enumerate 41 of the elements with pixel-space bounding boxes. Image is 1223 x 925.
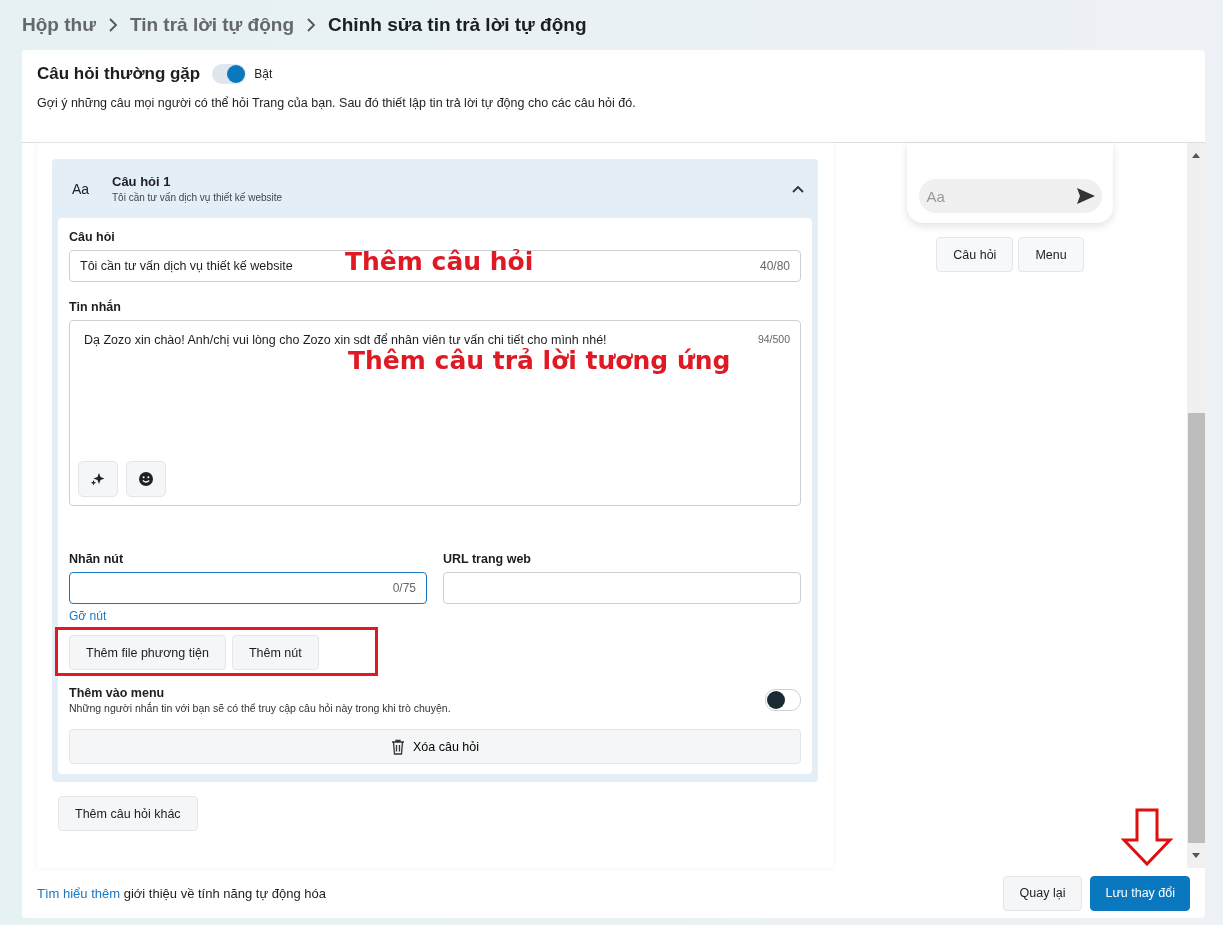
field-label: Nhãn nút: [69, 552, 124, 566]
sparkle-icon[interactable]: [78, 461, 118, 497]
scrollbar[interactable]: [1187, 143, 1205, 868]
emoji-icon[interactable]: [126, 461, 166, 497]
send-icon[interactable]: [1075, 187, 1096, 205]
chevron-right-icon: [107, 18, 118, 32]
learn-more-link[interactable]: Tìm hiểu thêm: [37, 885, 121, 901]
page-title: Chỉnh sửa tin trả lời tự động: [328, 14, 587, 36]
footer-text: Tìm hiểu thêm giới thiệu về tính năng tự động hóa: [37, 885, 326, 901]
breadcrumb-link[interactable]: Hộp thư: [22, 14, 96, 36]
toggle-switch[interactable]: [212, 64, 247, 84]
save-button[interactable]: Lưu thay đổi: [1090, 875, 1190, 911]
annotation-text: Thêm câu hỏi: [345, 247, 534, 276]
field-label: Câu hỏi: [69, 230, 116, 244]
question-title: Câu hỏi 1: [112, 174, 172, 189]
menu-description: Những người nhắn tin với bạn sẽ có thể truy cập câu hỏi này trong khi trò chuyện.: [69, 702, 451, 714]
annotation-text: Thêm câu trả lời tương ứng: [348, 346, 731, 375]
down-arrow-icon: [1121, 808, 1173, 866]
field-label: Tin nhắn: [69, 300, 122, 314]
button-label-field[interactable]: 0/75: [69, 572, 427, 604]
action-button[interactable]: Thêm nút: [231, 635, 319, 670]
menu-title: Thêm vào menu: [69, 686, 166, 700]
question-subtitle: Tôi cần tư vấn dịch vụ thiết kế website: [112, 192, 284, 203]
preview-chip[interactable]: Menu: [1018, 237, 1084, 272]
url-field[interactable]: [443, 572, 801, 604]
text-icon: Aa: [72, 180, 112, 197]
field-label: URL trang web: [443, 552, 531, 566]
breadcrumb-link[interactable]: Tin trả lời tự động: [129, 14, 295, 36]
toggle-switch[interactable]: [765, 689, 801, 711]
chevron-icon[interactable]: [792, 184, 804, 193]
section-title: Câu hỏi thường gặp: [37, 64, 201, 84]
chevron-right-icon: [306, 18, 317, 32]
section-description: Gợi ý những câu mọi người có thể hỏi Trang của bạn. Sau đó thiết lập tin trả lời tự động cho các câu hỏi đó.: [37, 96, 637, 110]
trash-icon: [391, 738, 405, 755]
add-question-button[interactable]: Thêm câu hỏi khác: [58, 796, 198, 831]
action-button[interactable]: Thêm file phương tiện: [69, 635, 226, 670]
remove-button-link[interactable]: Gỡ nút: [69, 609, 107, 623]
toggle-label: Bật: [254, 67, 273, 81]
back-button[interactable]: Quay lại: [1002, 875, 1083, 911]
delete-question-button[interactable]: Xóa câu hỏi: [69, 729, 801, 764]
preview-chip[interactable]: Câu hỏi: [936, 237, 1014, 272]
